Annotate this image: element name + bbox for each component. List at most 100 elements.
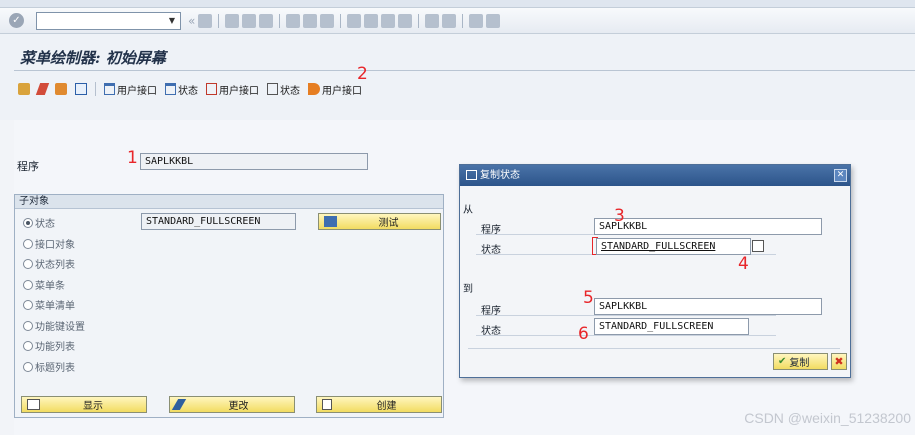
- copy-button-label: 复制: [789, 358, 810, 369]
- close-icon[interactable]: ✕: [834, 169, 847, 182]
- edit-button[interactable]: [34, 79, 51, 99]
- to-program-input[interactable]: SAPLKKBL: [594, 298, 822, 315]
- annotation-2: 2: [357, 64, 368, 84]
- save-icon[interactable]: [198, 14, 213, 28]
- radio-button[interactable]: [23, 361, 33, 372]
- program-input[interactable]: SAPLKKBL: [140, 153, 368, 170]
- radio-status-list[interactable]: 状态列表: [23, 256, 75, 271]
- other-object-button[interactable]: [51, 79, 71, 99]
- copy-status-icon: [466, 170, 477, 180]
- delete-interface-button[interactable]: 用户接口: [100, 79, 161, 99]
- cancel-icon[interactable]: [259, 14, 274, 28]
- to-section-label: 到: [463, 284, 473, 295]
- copy-status-button[interactable]: 状态: [263, 79, 304, 99]
- display-button[interactable]: 显示: [21, 396, 147, 413]
- test-button-label: 测试: [378, 218, 399, 229]
- print-icon[interactable]: [286, 14, 301, 28]
- application-toolbar: 用户接口 状态 用户接口 状态 用户接口: [14, 79, 366, 99]
- prev-page-icon[interactable]: [364, 14, 379, 28]
- radio-button[interactable]: [23, 238, 33, 249]
- first-page-icon[interactable]: [347, 14, 362, 28]
- radio-function-key-settings[interactable]: 功能键设置: [23, 318, 85, 333]
- toolbar-divider: [95, 82, 96, 96]
- dialog-title: 复制状态: [480, 170, 520, 181]
- value-help-icon[interactable]: [752, 240, 764, 252]
- copy-icon: [206, 83, 217, 95]
- toolbar-divider: [279, 14, 281, 28]
- radio-label: 菜单清单: [35, 301, 75, 312]
- delete-status-button[interactable]: 状态: [161, 79, 202, 99]
- copy-status-label: 状态: [280, 85, 300, 97]
- cancel-button[interactable]: ✖: [831, 353, 847, 370]
- dialog-title-bar: 复制状态 ✕: [460, 165, 850, 186]
- test-button[interactable]: 测试: [318, 213, 441, 230]
- radio-menu-list[interactable]: 菜单清单: [23, 297, 75, 312]
- system-toolbar: ✓ ▼ «: [0, 8, 915, 34]
- next-page-icon[interactable]: [381, 14, 396, 28]
- copy-interface-button[interactable]: 用户接口: [202, 79, 263, 99]
- annotation-5: 5: [583, 288, 594, 308]
- copy-status-dialog: 复制状态 ✕ 从 程序 SAPLKKBL 状态 STANDARD_FULLSCR…: [459, 164, 851, 378]
- subobjects-group: 子对象 状态 STANDARD_FULLSCREEN 测试 接口对象 状态列表 …: [14, 194, 444, 418]
- row-divider: [476, 315, 776, 316]
- annotation-6: 6: [578, 324, 589, 344]
- radio-menu-bar[interactable]: 菜单条: [23, 277, 65, 292]
- page-title: 菜单绘制器: 初始屏幕: [20, 49, 166, 67]
- shortcut-icon[interactable]: [442, 14, 457, 28]
- create-button[interactable]: 创建: [316, 396, 442, 413]
- system-toolbar-icons: «: [188, 13, 501, 29]
- delete-status-label: 状态: [178, 85, 198, 97]
- to-program-label: 程序: [481, 306, 501, 317]
- back-nav-icon[interactable]: «: [188, 14, 195, 28]
- from-status-label: 状态: [481, 245, 501, 256]
- create-button-label: 创建: [376, 401, 397, 412]
- menu-bar: [0, 0, 915, 8]
- pencil-icon: [35, 83, 50, 95]
- from-program-label: 程序: [481, 225, 501, 236]
- trash-icon: [104, 83, 115, 95]
- status-input[interactable]: STANDARD_FULLSCREEN: [141, 213, 296, 230]
- command-dropdown-icon[interactable]: ▼: [164, 13, 180, 29]
- watermark: CSDN @weixin_51238200: [744, 410, 911, 426]
- radio-status[interactable]: 状态: [23, 215, 55, 230]
- from-program-input[interactable]: SAPLKKBL: [594, 218, 822, 235]
- test-icon: [324, 216, 337, 227]
- radio-button[interactable]: [23, 258, 33, 269]
- last-page-icon[interactable]: [398, 14, 413, 28]
- checkmark-icon: ✔: [778, 356, 787, 367]
- from-status-input[interactable]: STANDARD_FULLSCREEN: [596, 238, 751, 255]
- radio-button[interactable]: [23, 279, 33, 290]
- help-icon[interactable]: [469, 14, 484, 28]
- find-next-icon[interactable]: [320, 14, 335, 28]
- radio-function-list[interactable]: 功能列表: [23, 338, 75, 353]
- new-session-icon[interactable]: [425, 14, 440, 28]
- layout-menu-icon[interactable]: [486, 14, 501, 28]
- new-document-icon: [322, 399, 332, 410]
- generate-button[interactable]: [14, 79, 34, 99]
- from-section-label: 从: [463, 205, 473, 216]
- radio-button[interactable]: [23, 299, 33, 310]
- program-label: 程序: [17, 160, 39, 173]
- copy-button[interactable]: ✔ 复制: [773, 353, 828, 370]
- toolbar-divider: [462, 14, 464, 28]
- exit-icon[interactable]: [242, 14, 257, 28]
- annotation-1: 1: [127, 148, 138, 168]
- radio-button[interactable]: [23, 340, 33, 351]
- radio-title-list[interactable]: 标题列表: [23, 359, 75, 374]
- radio-button[interactable]: [23, 217, 33, 228]
- back-icon[interactable]: [225, 14, 240, 28]
- generate-icon: [18, 83, 30, 95]
- radio-button[interactable]: [23, 320, 33, 331]
- annotation-3: 3: [614, 206, 625, 226]
- radio-label: 功能键设置: [35, 322, 85, 333]
- find-icon[interactable]: [303, 14, 318, 28]
- glasses-icon: [27, 399, 40, 410]
- radio-label: 菜单条: [35, 281, 65, 292]
- enter-button[interactable]: ✓: [9, 13, 24, 28]
- info-button[interactable]: [71, 79, 91, 99]
- change-button[interactable]: 更改: [169, 396, 295, 413]
- to-status-input[interactable]: STANDARD_FULLSCREEN: [594, 318, 749, 335]
- command-field[interactable]: ▼: [36, 12, 181, 30]
- radio-interface-object[interactable]: 接口对象: [23, 236, 75, 251]
- info-icon: [75, 83, 87, 95]
